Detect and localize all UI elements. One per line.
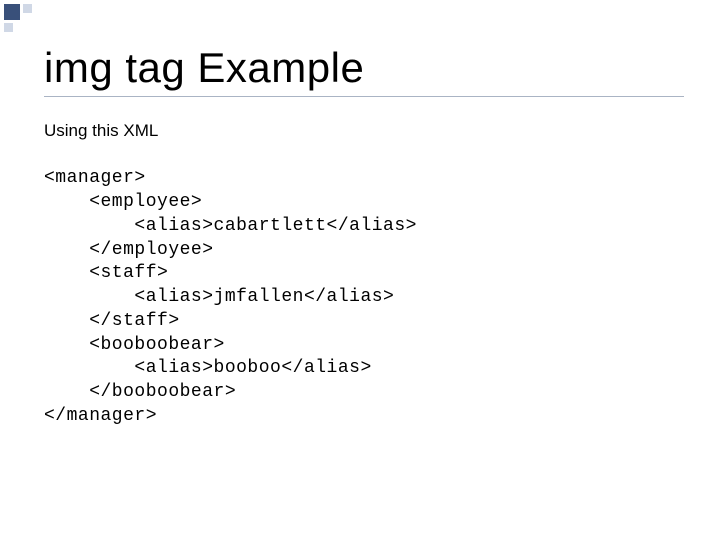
xml-code-block: <manager> <employee> <alias>cabartlett</… xyxy=(44,167,684,428)
square-icon xyxy=(4,23,13,32)
square-icon xyxy=(23,4,32,13)
page-title: img tag Example xyxy=(44,44,684,92)
slide-content: img tag Example Using this XML <manager>… xyxy=(0,0,720,540)
square-icon xyxy=(4,4,20,20)
code-line: <employee> xyxy=(44,192,202,212)
corner-decoration xyxy=(0,0,38,38)
code-line: <alias>jmfallen</alias> xyxy=(44,287,394,307)
code-line: <alias>booboo</alias> xyxy=(44,358,372,378)
title-divider xyxy=(44,96,684,97)
subtitle-text: Using this XML xyxy=(44,121,684,141)
code-line: <booboobear> xyxy=(44,335,225,355)
code-line: </manager> xyxy=(44,406,157,426)
code-line: </employee> xyxy=(44,240,214,260)
code-line: <alias>cabartlett</alias> xyxy=(44,216,417,236)
code-line: </staff> xyxy=(44,311,180,331)
code-line: <manager> xyxy=(44,168,146,188)
code-line: </booboobear> xyxy=(44,382,236,402)
code-line: <staff> xyxy=(44,263,168,283)
